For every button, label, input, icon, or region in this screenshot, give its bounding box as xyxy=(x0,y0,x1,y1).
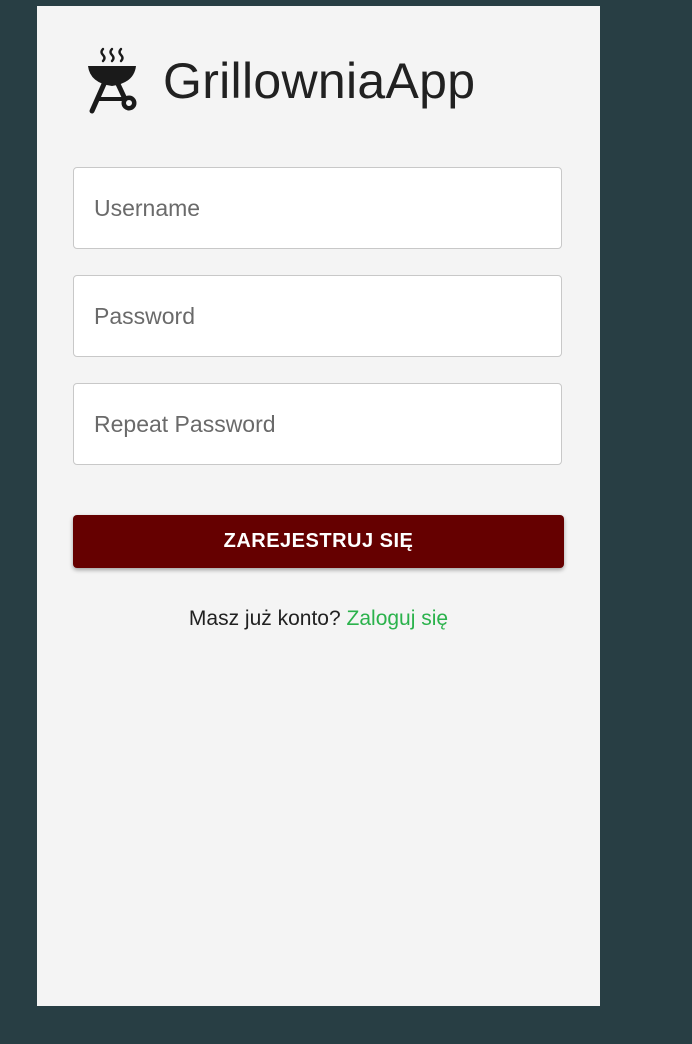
password-input[interactable] xyxy=(74,276,561,356)
brand-header: GrillowniaApp xyxy=(87,46,475,116)
register-panel: GrillowniaApp ZAREJESTRUJ SIĘ Masz już k… xyxy=(37,6,600,1006)
username-input[interactable] xyxy=(74,168,561,248)
app-title: GrillowniaApp xyxy=(163,53,476,109)
repeat-password-field[interactable] xyxy=(73,383,562,465)
login-link[interactable]: Zaloguj się xyxy=(347,607,449,630)
login-prompt-line: Masz już konto? Zaloguj się xyxy=(37,607,600,631)
register-button[interactable]: ZAREJESTRUJ SIĘ xyxy=(73,515,564,568)
username-field[interactable] xyxy=(73,167,562,249)
login-prompt-text: Masz już konto? xyxy=(188,607,341,630)
password-field[interactable] xyxy=(73,275,562,357)
grill-icon xyxy=(88,47,137,114)
repeat-password-input[interactable] xyxy=(74,384,561,464)
